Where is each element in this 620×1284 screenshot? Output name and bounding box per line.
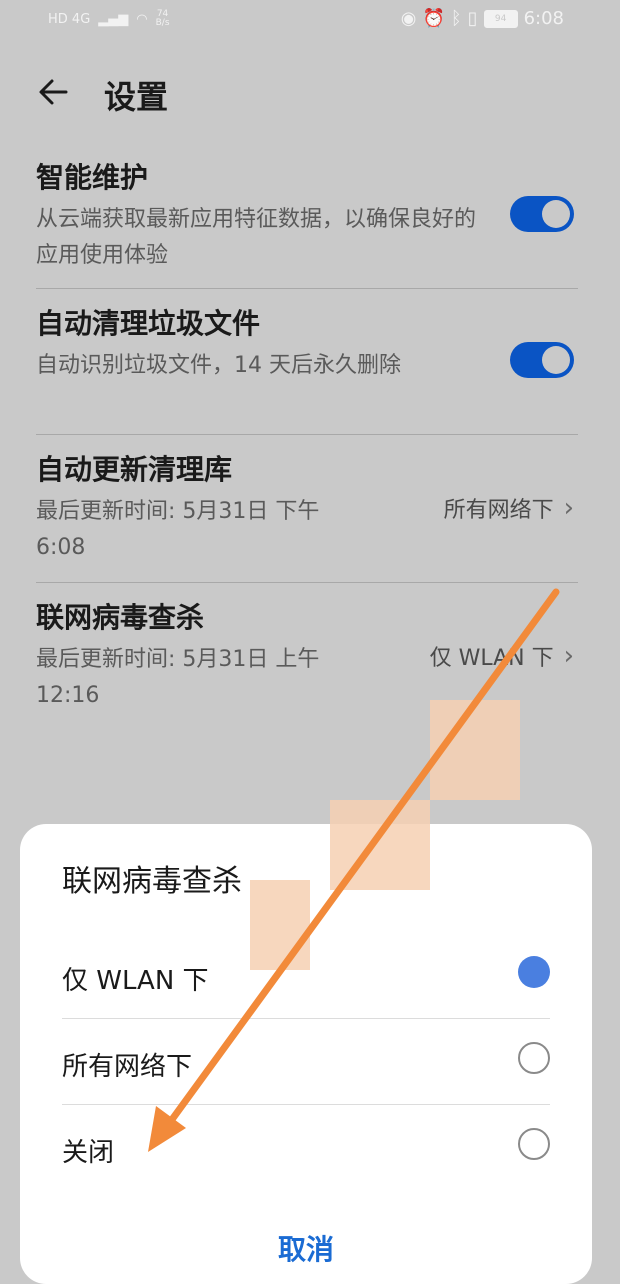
- setting-subtitle: 最后更新时间: 5月31日 上午12:16: [36, 647, 320, 708]
- status-bar-right: ◉ ⏰ ᛒ ▯ 94 6:08: [401, 8, 564, 29]
- cancel-button[interactable]: 取消: [20, 1228, 592, 1268]
- smart-maintenance-toggle[interactable]: [510, 196, 574, 232]
- network-speed: 74 B/s: [156, 10, 170, 28]
- chevron-right-icon: ›: [563, 493, 574, 523]
- app-header: 设置: [0, 66, 620, 122]
- option-off[interactable]: 关闭: [62, 1106, 550, 1190]
- status-time: 6:08: [523, 8, 564, 29]
- speed-unit: B/s: [155, 18, 170, 28]
- chevron-right-icon: ›: [563, 641, 574, 671]
- vibrate-icon: ▯: [467, 8, 478, 29]
- virus-scan-value[interactable]: 仅 WLAN 下 ›: [430, 640, 574, 672]
- setting-title: 联网病毒查杀: [36, 601, 205, 634]
- signal-icon: ▂▄▆: [98, 11, 129, 27]
- option-label: 仅 WLAN 下: [62, 966, 209, 996]
- dialog-title: 联网病毒查杀: [62, 864, 242, 899]
- network-indicator: HD 4G: [48, 11, 91, 27]
- divider: [36, 582, 578, 583]
- eye-icon: ◉: [400, 8, 417, 29]
- divider: [36, 434, 578, 435]
- setting-value: 所有网络下: [443, 498, 554, 523]
- setting-title: 智能维护: [36, 161, 149, 194]
- radio-unselected-icon[interactable]: [518, 1042, 550, 1074]
- setting-subtitle: 最后更新时间: 5月31日 下午6:08: [36, 499, 320, 560]
- back-arrow-icon[interactable]: [36, 74, 72, 110]
- wifi-icon: ◠: [136, 11, 148, 27]
- pixelation-overlay: [250, 880, 310, 970]
- option-all-networks[interactable]: 所有网络下: [62, 1020, 550, 1104]
- divider: [62, 1018, 550, 1019]
- bluetooth-icon: ᛒ: [450, 8, 462, 29]
- auto-clean-toggle[interactable]: [510, 342, 574, 378]
- pixelation-overlay: [430, 700, 520, 800]
- setting-subtitle: 自动识别垃圾文件，14 天后永久删除: [36, 353, 401, 378]
- radio-unselected-icon[interactable]: [518, 1128, 550, 1160]
- divider: [62, 1104, 550, 1105]
- setting-value: 仅 WLAN 下: [429, 646, 554, 671]
- alarm-icon: ⏰: [422, 8, 445, 29]
- radio-selected-icon[interactable]: [518, 956, 550, 988]
- page-title: 设置: [104, 78, 169, 116]
- battery-icon: 94: [483, 9, 518, 28]
- setting-title: 自动更新清理库: [36, 453, 233, 486]
- auto-update-value[interactable]: 所有网络下 ›: [444, 492, 574, 524]
- divider: [36, 288, 578, 289]
- toggle-knob: [542, 346, 570, 374]
- option-label: 关闭: [62, 1138, 115, 1168]
- setting-subtitle: 从云端获取最新应用特征数据，以确保良好的应用使用体验: [36, 207, 477, 268]
- pixelation-overlay: [330, 800, 430, 890]
- status-bar-left: HD 4G ▂▄▆ ◠ 74 B/s: [48, 10, 170, 28]
- option-label: 所有网络下: [62, 1052, 193, 1082]
- setting-title: 自动清理垃圾文件: [36, 307, 261, 340]
- setting-auto-clean: 自动清理垃圾文件 自动识别垃圾文件，14 天后永久删除: [36, 304, 578, 384]
- setting-smart-maintenance: 智能维护 从云端获取最新应用特征数据，以确保良好的应用使用体验: [36, 158, 578, 274]
- toggle-knob: [542, 200, 570, 228]
- status-bar: HD 4G ▂▄▆ ◠ 74 B/s ◉ ⏰ ᛒ ▯ 94 6:08: [0, 0, 620, 44]
